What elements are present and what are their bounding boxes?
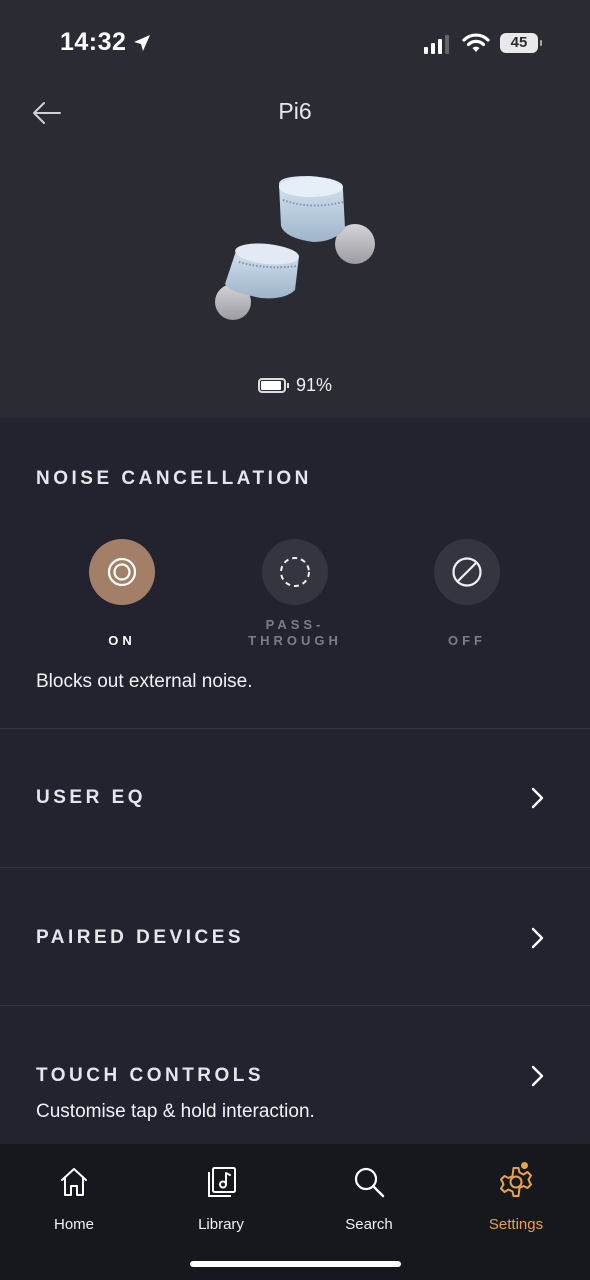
nc-passthrough-label: PASS- THROUGH: [248, 617, 342, 648]
status-bar: 14:32 45: [0, 0, 590, 80]
nc-on-label: ON: [108, 633, 136, 648]
anc-off-icon: [452, 557, 482, 587]
touch-controls-row[interactable]: TOUCH CONTROLS Customise tap & hold inte…: [0, 1006, 590, 1144]
search-icon: [354, 1167, 385, 1198]
tab-home[interactable]: Home: [14, 1162, 134, 1233]
nc-passthrough-circle[interactable]: [262, 539, 328, 605]
chevron-right-icon: [531, 787, 544, 809]
nc-description: Blocks out external noise.: [36, 671, 253, 692]
chevron-right-icon: [531, 1065, 544, 1087]
page-title: Pi6: [278, 98, 312, 124]
nc-option-passthrough[interactable]: PASS- THROUGH: [225, 539, 365, 649]
user-eq-label: USER EQ: [36, 787, 147, 808]
device-header: 14:32 45 Pi6 91%: [0, 0, 590, 418]
touch-controls-subtitle: Customise tap & hold interaction.: [36, 1101, 315, 1122]
home-indicator: [190, 1261, 401, 1267]
battery-icon: [258, 378, 289, 393]
paired-devices-label: PAIRED DEVICES: [36, 927, 245, 948]
touch-controls-label: TOUCH CONTROLS: [36, 1065, 265, 1086]
tab-search-label: Search: [345, 1216, 393, 1233]
notification-dot: [519, 1160, 530, 1171]
library-icon: [208, 1167, 236, 1197]
tab-search[interactable]: Search: [309, 1162, 429, 1233]
nc-off-circle[interactable]: [434, 539, 500, 605]
cellular-signal-icon: [424, 34, 449, 54]
nc-on-circle[interactable]: [89, 539, 155, 605]
status-time: 14:32: [60, 28, 127, 56]
tab-home-label: Home: [53, 1216, 94, 1233]
tab-library[interactable]: Library: [161, 1162, 281, 1233]
nc-option-off[interactable]: OFF: [397, 539, 537, 649]
status-battery: 45: [500, 33, 542, 53]
paired-devices-row[interactable]: PAIRED DEVICES: [0, 868, 590, 1006]
wifi-icon: [462, 33, 490, 52]
anc-on-icon: [107, 557, 137, 587]
gear-icon: [500, 1167, 532, 1197]
passthrough-icon: [280, 557, 310, 587]
battery-percentage: 91%: [296, 375, 333, 395]
tab-settings[interactable]: Settings: [456, 1160, 576, 1233]
tab-library-label: Library: [198, 1216, 244, 1233]
location-arrow-icon: [134, 35, 150, 51]
user-eq-row[interactable]: USER EQ: [0, 729, 590, 867]
nc-off-label: OFF: [448, 633, 486, 648]
home-icon: [61, 1168, 87, 1196]
tab-bar: Home Library Search Settings: [0, 1144, 590, 1280]
tab-settings-label: Settings: [488, 1216, 544, 1233]
device-battery: 91%: [258, 375, 332, 396]
earbuds-image: [215, 176, 375, 320]
nc-option-on[interactable]: ON: [52, 539, 192, 649]
chevron-right-icon: [531, 927, 544, 949]
noise-cancellation-heading: NOISE CANCELLATION: [36, 468, 312, 489]
